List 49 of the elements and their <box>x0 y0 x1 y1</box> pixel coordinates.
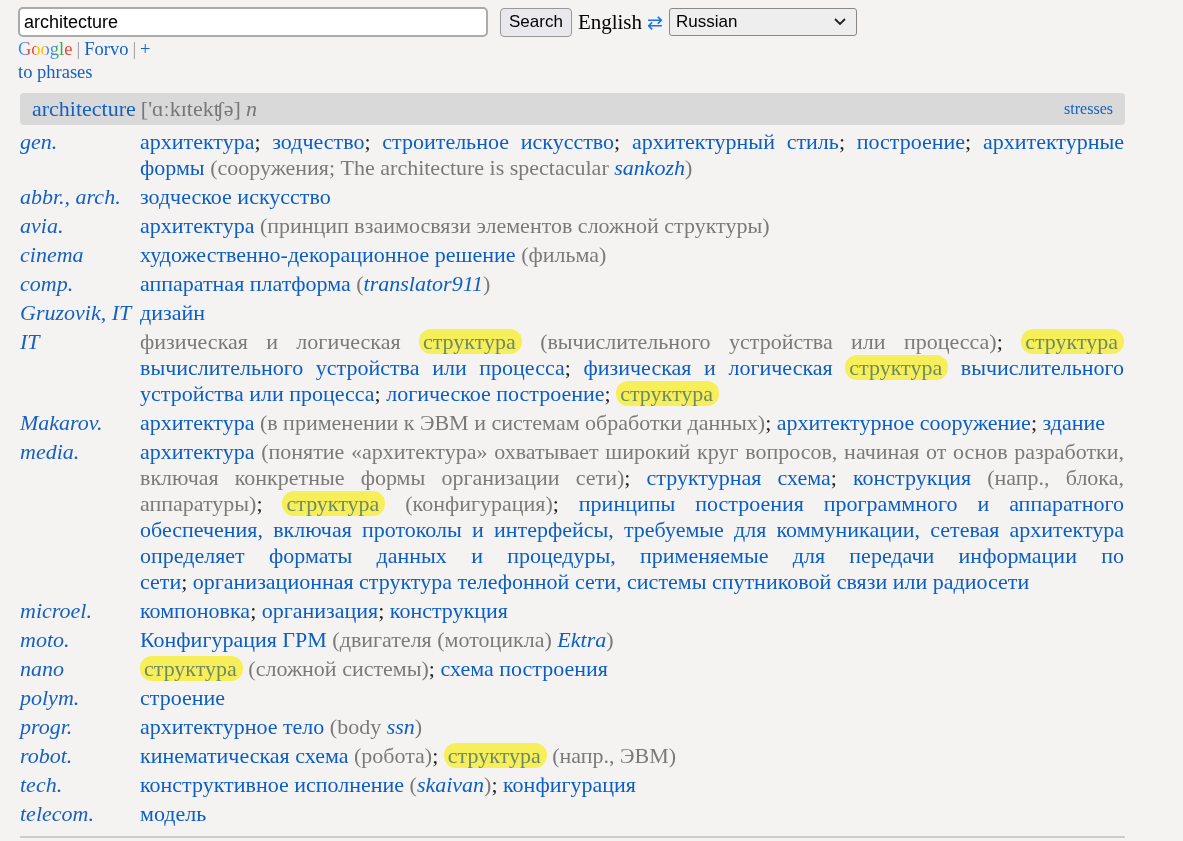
subject-link[interactable]: robot. <box>20 742 73 768</box>
subject-link[interactable]: progr. <box>20 713 73 739</box>
translations-text: архитектурное тело (body ssn) <box>140 713 424 740</box>
subject-link[interactable]: IT <box>20 328 40 354</box>
subject-link[interactable]: comp. <box>20 270 74 296</box>
translations-text: кинематическая схема (робота); структура (напр., ЭВМ) <box>140 742 678 769</box>
translations-text: модель <box>140 800 208 827</box>
translations-text: дизайн <box>140 299 206 326</box>
search-field[interactable]: architecture <box>18 7 488 37</box>
translations-text: компоновка; организация; конструкция <box>140 597 509 624</box>
source-language: English <box>577 9 643 35</box>
translations-text: зодческое искусство <box>140 183 332 210</box>
subject-link[interactable]: Gruzovik, IT <box>20 299 132 325</box>
part-of-speech: n <box>245 96 257 122</box>
subject-link[interactable]: polym. <box>20 684 80 710</box>
transcription: ['ɑːkɪtekʧə] <box>140 96 241 122</box>
target-language-select[interactable]: Russian <box>668 8 857 36</box>
subject-link[interactable]: microel. <box>20 597 92 623</box>
subject-link[interactable]: abbr., arch. <box>20 183 121 209</box>
stresses-link[interactable]: stresses <box>1064 100 1113 118</box>
chevron-down-icon <box>833 18 846 26</box>
translations-text: архитектура (принцип взаимосвязи элементов сложной структуры) <box>140 212 771 239</box>
headword-link[interactable]: architecture <box>32 96 136 122</box>
external-link[interactable]: + <box>140 39 151 60</box>
subject-link[interactable]: cinema <box>20 241 84 267</box>
translations-text: структура (сложной системы); схема построения <box>140 655 1124 682</box>
subject-link[interactable]: media. <box>20 438 80 464</box>
google-link[interactable]: Google <box>18 39 73 60</box>
translations-text: архитектура (в применении к ЭВМ и системам обработки данных); архитектурное сооружение; здание <box>140 409 1107 436</box>
subject-link[interactable]: avia. <box>20 212 64 238</box>
translations-text: художественно-декорационное решение (фильма) <box>140 241 608 268</box>
translations-text: Конфигурация ГРМ (двигателя (мотоцикла) Ektra) <box>140 626 615 653</box>
translations-text: конструктивное исполнение (skaivan); конфигурация <box>140 771 637 798</box>
translations-text: строение <box>140 684 226 711</box>
link-separator: | <box>76 39 81 60</box>
link-separator: | <box>132 39 137 60</box>
subject-link[interactable]: gen. <box>20 128 58 154</box>
swap-languages-icon[interactable]: ⇄ <box>647 11 663 33</box>
subject-link[interactable]: nano <box>20 655 64 681</box>
subject-link[interactable]: moto. <box>20 626 70 652</box>
translations-text: архитектура; зодчество; строительное искусство; архитектурный стиль; построение; архитектурные формы (сооружения; The architecture is spectacular sankozh) <box>140 128 1124 181</box>
external-link[interactable]: Forvo <box>84 39 129 60</box>
subject-link[interactable]: tech. <box>20 771 63 797</box>
subject-link[interactable]: telecom. <box>20 800 94 826</box>
phrases-link[interactable]: to phrases <box>18 62 93 83</box>
subject-link[interactable]: Makarov. <box>20 409 103 435</box>
search-button[interactable]: Search <box>500 7 572 37</box>
translations-text: физическая и логическая структура (вычислительного устройства или процесса); структура вычислительного устройства или процесса; физическая и логическая структура вычислительного устройства или процесса; логическое построение; структура <box>140 328 1124 407</box>
translations-text: аппаратная платформа (translator911) <box>140 270 492 297</box>
